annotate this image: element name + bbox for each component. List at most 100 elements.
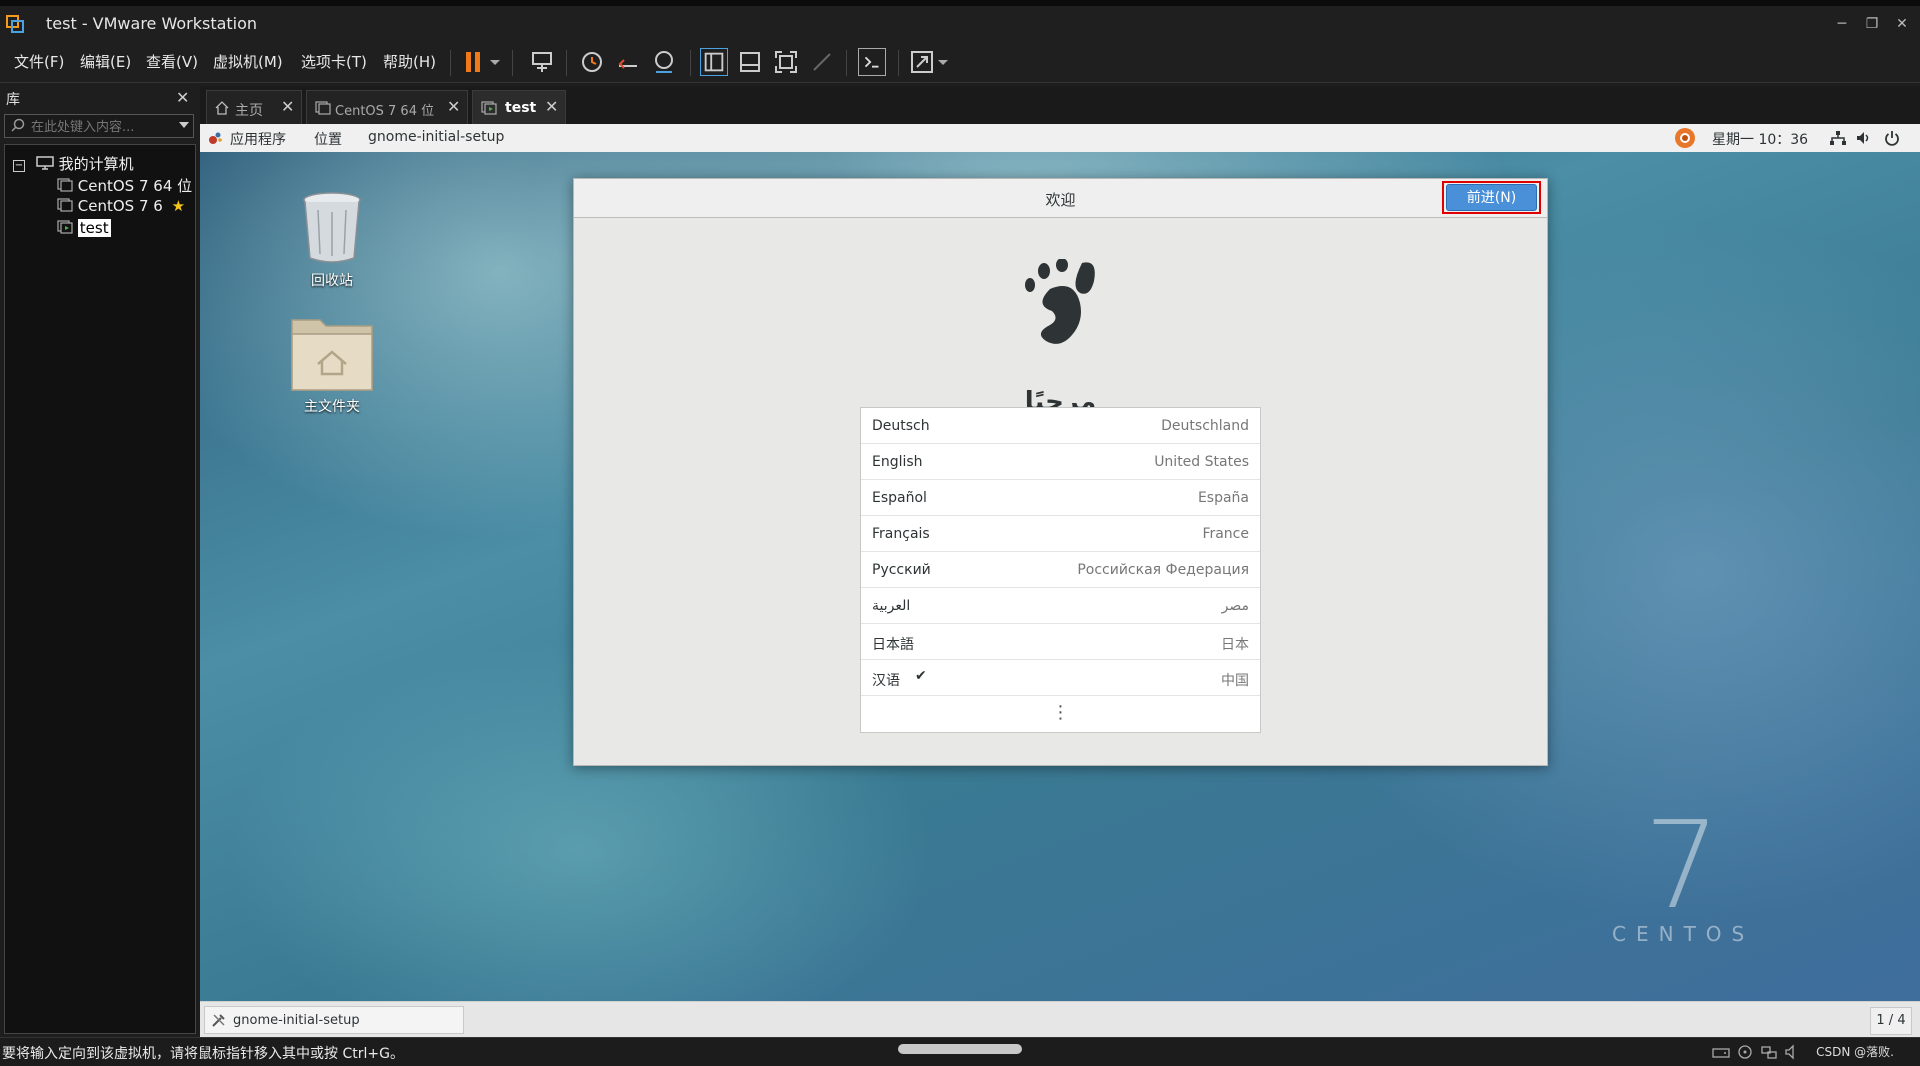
send-ctrl-alt-del-icon[interactable] [528,48,556,76]
selected-check-icon: ✔ [915,668,927,684]
library-header: 库 ✕ [0,86,198,110]
app-menu[interactable]: gnome-initial-setup [368,129,504,145]
cd-rom-icon[interactable] [1736,1044,1754,1060]
desktop-icon-label: 回收站 [311,273,353,289]
language-row[interactable]: Русский Российская Федерация [861,552,1260,588]
pause-dropdown-icon[interactable] [488,48,502,76]
centos-wordmark: CENTOS [1612,922,1755,946]
workspace-switcher[interactable]: 1 / 4 [1870,1007,1912,1035]
thumbnail-bar-icon[interactable] [736,48,764,76]
library-search [4,114,194,138]
tab-test[interactable]: test ✕ [472,90,566,124]
power-icon[interactable] [1884,130,1900,146]
stretch-guest-icon[interactable] [908,48,936,76]
tree-vm-centos-6[interactable]: CentOS 7 6 ★ [57,197,185,215]
desktop-icon-trash[interactable]: 回收站 [272,190,392,290]
more-languages-button[interactable]: ⋮ [861,698,1260,732]
dialog-header: 欢迎 前进(N) [574,179,1547,218]
home-icon [215,101,229,115]
horizontal-scrollbar-thumb[interactable] [898,1044,1022,1054]
minimize-icon[interactable]: ─ [1830,12,1854,36]
tree-vm-centos-64[interactable]: CentOS 7 64 位 [57,175,192,196]
language-region: Российская Федерация [1077,562,1249,578]
language-region: France [1202,526,1249,542]
applications-menu[interactable]: 应用程序 [230,129,286,149]
menu-vm[interactable]: 虚拟机(M) [213,51,283,72]
stretch-dropdown-icon[interactable] [936,48,950,76]
tab-home[interactable]: 主页 ✕ [206,90,302,124]
language-row[interactable]: Français France [861,516,1260,552]
toolbar-separator [512,50,513,76]
vmware-logo-icon [6,15,24,33]
places-menu[interactable]: 位置 [314,129,342,149]
full-screen-icon[interactable] [772,48,800,76]
language-row-selected[interactable]: 汉语 ✔ 中国 [861,660,1260,696]
menu-file[interactable]: 文件(F) [14,51,64,72]
taskbar-item[interactable]: gnome-initial-setup [204,1006,464,1034]
toolbar-separator [898,50,899,76]
favorite-star-icon: ★ [171,197,186,215]
menu-toolbar: 文件(F) 编辑(E) 查看(V) 虚拟机(M) 选项卡(T) 帮助(H) [0,42,1920,83]
show-library-icon[interactable] [700,48,728,76]
centos-branding: 7 CENTOS [1612,807,1755,947]
tree-vm-test[interactable]: test [57,219,111,237]
language-row[interactable]: Deutsch Deutschland [861,408,1260,444]
language-row[interactable]: Español España [861,480,1260,516]
status-bar: 要将输入定向到该虚拟机，请将鼠标指针移入其中或按 Ctrl+G。 CSDN @落… [0,1037,1920,1066]
watermark-text: CSDN @落败. [1816,1045,1894,1059]
vm-icon [57,198,73,212]
tab-label: test [505,100,537,116]
tab-label: 主页 [235,103,263,119]
tab-close-icon[interactable]: ✕ [447,97,460,116]
collapse-icon[interactable]: − [13,160,25,172]
tab-centos-64[interactable]: CentOS 7 64 位 ✕ [306,90,468,124]
tree-root-row[interactable]: − 我的计算机 [13,153,134,174]
library-close-icon[interactable]: ✕ [176,88,189,107]
pause-icon[interactable] [460,48,488,76]
tab-close-icon[interactable]: ✕ [545,97,558,116]
language-row[interactable]: 日本語 日本 [861,624,1260,660]
library-title: 库 [6,92,20,108]
search-icon [11,118,25,132]
setup-tool-icon [212,1014,225,1027]
guest-display[interactable]: 应用程序 位置 gnome-initial-setup 星期一 10：36 回收… [200,124,1920,1037]
menu-help[interactable]: 帮助(H) [383,51,436,72]
title-bar: test - VMware Workstation ─ ❐ ✕ [0,6,1920,42]
taskbar-item-label: gnome-initial-setup [233,1013,360,1028]
snapshot-manager-icon[interactable] [650,48,678,76]
menu-tabs[interactable]: 选项卡(T) [301,51,367,72]
close-window-icon[interactable]: ✕ [1890,12,1914,36]
volume-icon[interactable] [1856,131,1872,145]
language-name: Русский [872,562,931,578]
sound-card-icon[interactable] [1784,1044,1802,1060]
language-row[interactable]: العربية مصر [861,588,1260,624]
desktop-icon-home[interactable]: 主文件夹 [272,314,392,416]
desktop-icon-label: 主文件夹 [304,399,360,415]
vm-running-icon [57,220,73,234]
tree-vm-label: CentOS 7 64 位 [77,177,193,195]
language-row[interactable]: English United States [861,444,1260,480]
language-region: España [1197,490,1249,506]
network-adapter-icon[interactable] [1760,1044,1778,1060]
menu-view[interactable]: 查看(V) [146,51,198,72]
library-search-input[interactable] [29,117,173,137]
hard-disk-icon[interactable] [1712,1044,1730,1060]
network-icon[interactable] [1830,131,1846,145]
gnome-foot-icon [209,132,222,144]
next-button[interactable]: 前进(N) [1446,184,1537,211]
menu-edit[interactable]: 编辑(E) [80,51,131,72]
notification-icon[interactable] [1674,127,1696,149]
tree-root-label: 我的计算机 [58,155,134,173]
snapshot-icon[interactable] [578,48,606,76]
language-name: 汉语 [872,673,900,689]
vm-tab-strip: 主页 ✕ CentOS 7 64 位 ✕ test ✕ [200,86,1920,124]
search-dropdown-icon[interactable] [179,122,189,130]
tree-vm-label: CentOS 7 6 [77,197,163,215]
unity-icon[interactable] [808,48,836,76]
clock[interactable]: 星期一 10：36 [1712,129,1808,149]
console-view-icon[interactable] [858,48,886,76]
revert-snapshot-icon[interactable] [614,48,642,76]
tab-close-icon[interactable]: ✕ [281,97,294,116]
restore-icon[interactable]: ❐ [1860,12,1884,36]
status-message: 要将输入定向到该虚拟机，请将鼠标指针移入其中或按 Ctrl+G。 [2,1046,404,1062]
